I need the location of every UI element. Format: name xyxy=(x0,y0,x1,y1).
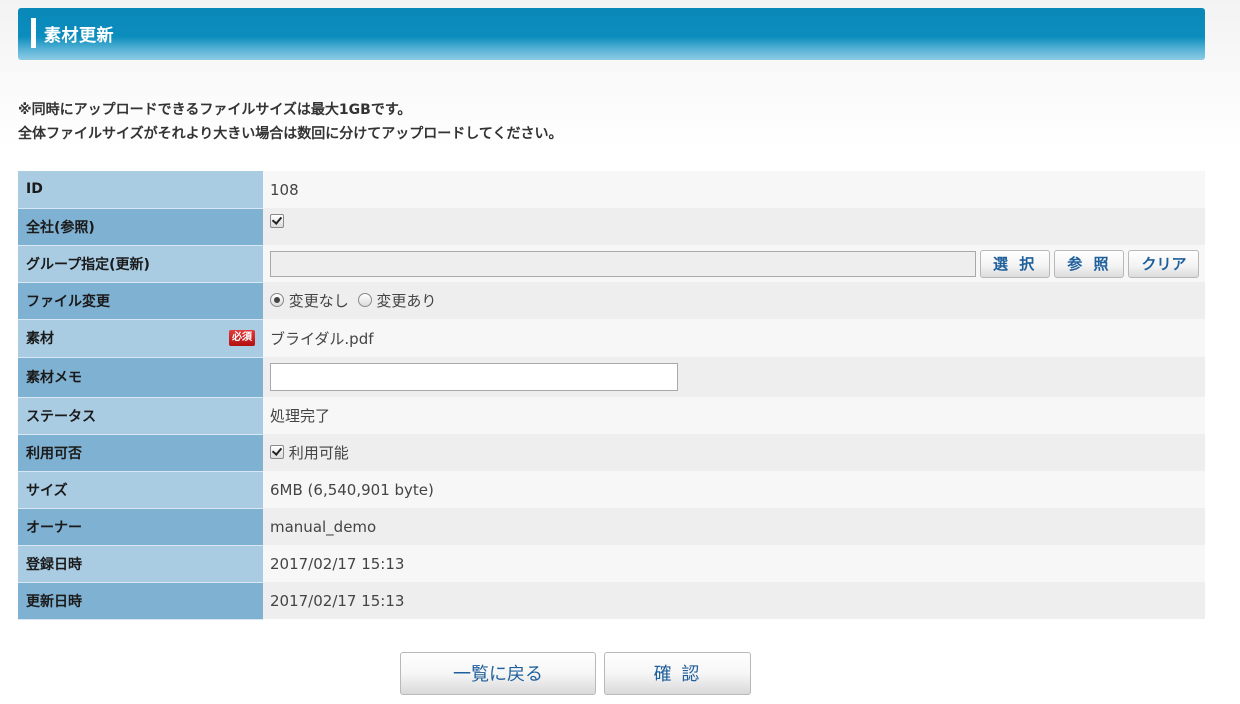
label-group: グループ指定(更新) xyxy=(18,245,263,283)
back-to-list-button[interactable]: 一覧に戻る xyxy=(400,652,596,695)
memo-input[interactable] xyxy=(270,363,678,391)
group-clear-button[interactable]: クリア xyxy=(1128,249,1200,278)
row-memo: 素材メモ xyxy=(18,357,1205,398)
file-change-no-radio[interactable] xyxy=(270,293,284,307)
row-created: 登録日時 2017/02/17 15:13 xyxy=(18,545,1205,583)
usable-text[interactable]: 利用可能 xyxy=(289,444,349,462)
label-size: サイズ xyxy=(18,471,263,509)
max-size: 1GB xyxy=(338,102,371,118)
file-change-yes-radio[interactable] xyxy=(357,293,372,307)
row-company: 全社(参照) xyxy=(18,208,1205,246)
value-id: 108 xyxy=(263,171,1205,208)
value-material: ブライダル.pdf xyxy=(263,319,1205,357)
group-select-button[interactable]: 選 択 xyxy=(980,249,1051,278)
label-id: ID xyxy=(18,171,263,209)
label-material: 素材 必須 xyxy=(18,319,263,358)
label-memo: 素材メモ xyxy=(18,357,263,398)
value-size: 6MB (6,540,901 byte) xyxy=(263,471,1205,508)
file-change-no-label[interactable]: 変更なし xyxy=(289,292,349,310)
confirm-button[interactable]: 確 認 xyxy=(604,652,751,695)
group-browse-button[interactable]: 参 照 xyxy=(1054,249,1125,278)
label-status: ステータス xyxy=(18,397,263,435)
company-checkbox[interactable] xyxy=(270,213,284,228)
label-created: 登録日時 xyxy=(18,545,263,583)
upload-notice: ※同時にアップロードできるファイルサイズは最大1GBです。 全体ファイルサイズが… xyxy=(18,98,562,146)
row-group: グループ指定(更新) 選 択参 照クリア xyxy=(18,245,1205,283)
label-usable: 利用可否 xyxy=(18,434,263,472)
label-file-change: ファイル変更 xyxy=(18,282,263,320)
label-updated: 更新日時 xyxy=(18,582,263,620)
usable-checkbox[interactable] xyxy=(270,445,284,459)
page-header: 素材更新 xyxy=(18,8,1205,60)
file-change-yes-label[interactable]: 変更あり xyxy=(376,292,436,310)
notice-line-2: 全体ファイルサイズがそれより大きい場合は数回に分けてアップロードしてください。 xyxy=(18,126,563,142)
value-updated: 2017/02/17 15:13 xyxy=(263,582,1205,619)
row-file-change: ファイル変更 変更なし 変更あり xyxy=(18,282,1205,320)
notice-line-1: ※同時にアップロードできるファイルサイズは最大1GBです。 xyxy=(18,102,412,118)
row-size: サイズ 6MB (6,540,901 byte) xyxy=(18,471,1205,509)
material-form-table: ID 108 全社(参照) グループ指定(更新) 選 択参 照クリア ファイル変… xyxy=(18,171,1205,620)
row-id: ID 108 xyxy=(18,171,1205,209)
label-company: 全社(参照) xyxy=(18,208,263,246)
value-status: 処理完了 xyxy=(263,397,1205,434)
row-status: ステータス 処理完了 xyxy=(18,397,1205,435)
required-badge: 必須 xyxy=(229,330,255,346)
value-created: 2017/02/17 15:13 xyxy=(263,545,1205,582)
row-usable: 利用可否 利用可能 xyxy=(18,434,1205,472)
label-owner: オーナー xyxy=(18,508,263,546)
header-accent-bar xyxy=(31,18,36,48)
page-title: 素材更新 xyxy=(44,26,114,46)
value-owner: manual_demo xyxy=(263,508,1205,545)
row-owner: オーナー manual_demo xyxy=(18,508,1205,546)
group-input[interactable] xyxy=(270,250,976,277)
row-material: 素材 必須 ブライダル.pdf xyxy=(18,319,1205,358)
row-updated: 更新日時 2017/02/17 15:13 xyxy=(18,582,1205,620)
